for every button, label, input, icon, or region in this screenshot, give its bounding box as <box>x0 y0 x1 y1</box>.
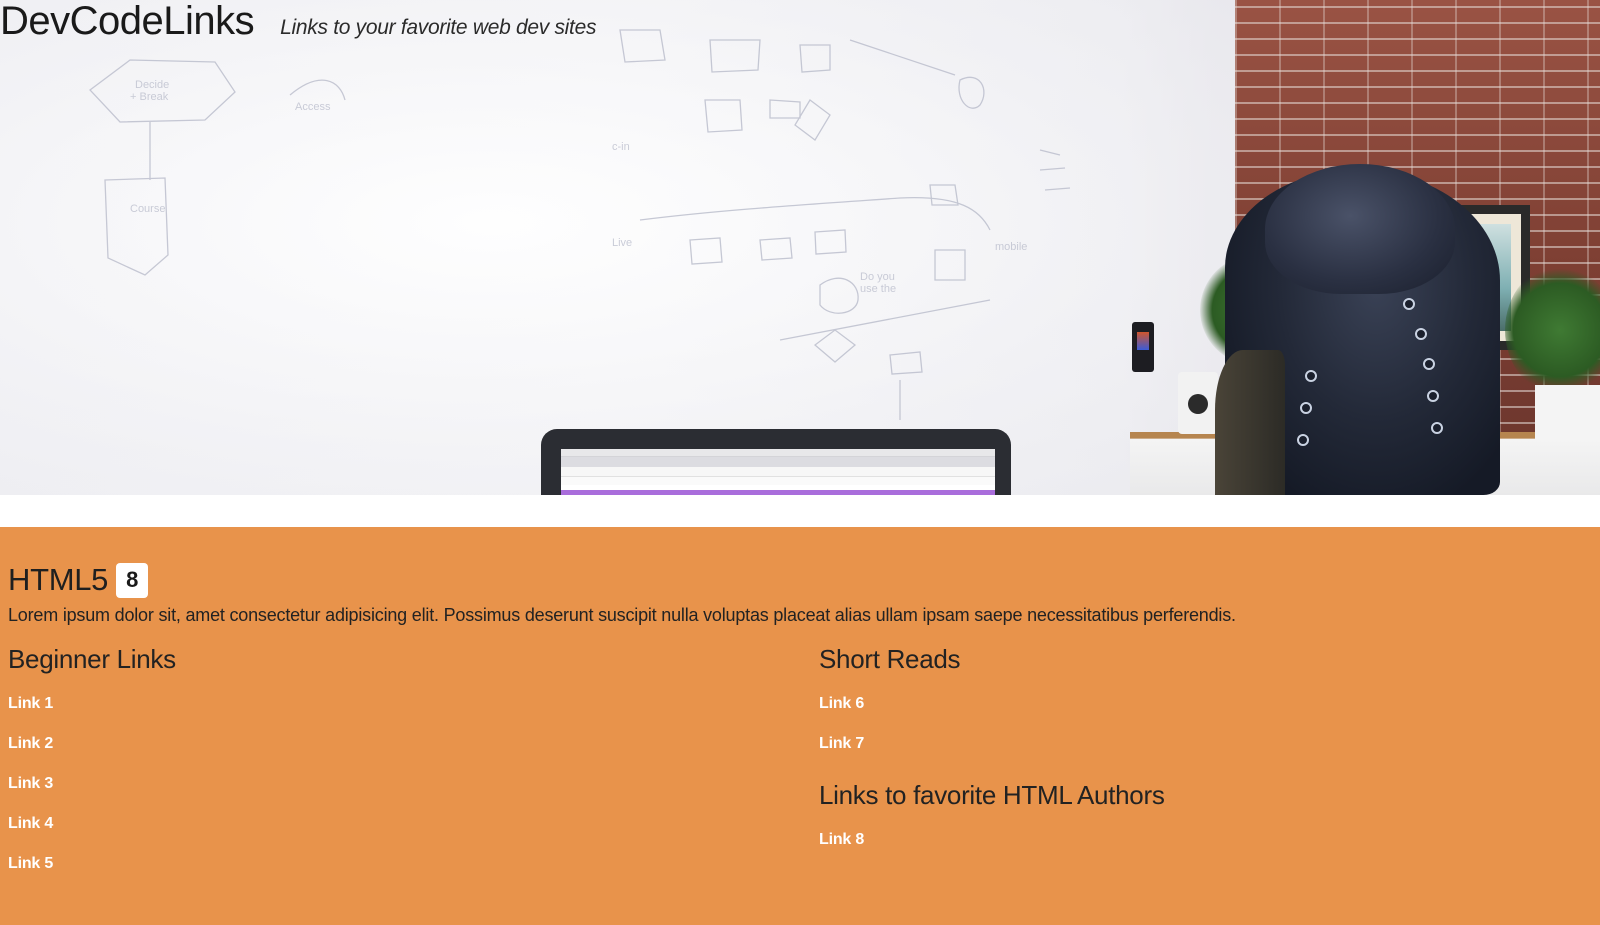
site-brand: DevCodeLinks Links to your favorite web … <box>0 0 596 45</box>
svg-text:Access: Access <box>295 101 331 113</box>
svg-text:+ Break: + Break <box>130 91 169 103</box>
link-6[interactable]: Link 6 <box>819 694 864 714</box>
svg-text:Do you: Do you <box>860 271 895 283</box>
section-intro: Lorem ipsum dolor sit, amet consectetur … <box>8 605 1236 625</box>
site-tagline: Links to your favorite web dev sites <box>280 16 597 39</box>
link-list: Link 1 Link 2 Link 3 Link 4 Link 5 <box>8 694 819 894</box>
whiteboard-sketch: Decide + Break Course Access c-in Live D… <box>89 29 1071 420</box>
sneaker <box>1215 164 1500 495</box>
column-beginner: Beginner Links Link 1 Link 2 Link 3 Link… <box>8 640 819 894</box>
link-3[interactable]: Link 3 <box>8 774 53 794</box>
link-2[interactable]: Link 2 <box>8 734 53 754</box>
list-item: Link 5 <box>8 854 819 894</box>
link-list: Link 8 <box>819 830 1579 870</box>
category-title: Short Reads <box>819 644 961 674</box>
html5-section: HTML5 8 Lorem ipsum dolor sit, amet cons… <box>0 527 1600 925</box>
list-item: Link 1 <box>8 694 819 734</box>
laptop <box>541 429 1011 495</box>
list-item: Link 4 <box>8 814 819 854</box>
list-item: Link 8 <box>819 830 1579 870</box>
category-title: Links to favorite HTML Authors <box>819 780 1165 810</box>
svg-text:Decide: Decide <box>135 79 169 91</box>
svg-text:mobile: mobile <box>995 241 1027 253</box>
section-heading: HTML5 8 <box>8 559 1592 601</box>
plant-pot <box>1535 385 1600 440</box>
link-1[interactable]: Link 1 <box>8 694 53 714</box>
section-spacer <box>0 495 1600 527</box>
link-list: Link 6 Link 7 <box>819 694 1579 774</box>
laptop-screen <box>561 449 995 495</box>
svg-text:Live: Live <box>612 237 632 249</box>
svg-text:use the: use the <box>860 283 896 295</box>
column-right: Short Reads Link 6 Link 7 Links to favor… <box>819 640 1579 894</box>
list-item: Link 2 <box>8 734 819 774</box>
link-4[interactable]: Link 4 <box>8 814 53 834</box>
list-item: Link 6 <box>819 694 1579 734</box>
svg-text:Course: Course <box>130 203 165 215</box>
svg-text:c-in: c-in <box>612 141 630 153</box>
site-title[interactable]: DevCodeLinks <box>0 0 255 42</box>
link-5[interactable]: Link 5 <box>8 854 53 874</box>
category-title: Beginner Links <box>8 644 176 674</box>
link-8[interactable]: Link 8 <box>819 830 864 850</box>
section-title: HTML5 <box>8 562 109 597</box>
phone-on-wall <box>1132 322 1154 372</box>
link-7[interactable]: Link 7 <box>819 734 864 754</box>
hero-banner: Decide + Break Course Access c-in Live D… <box>0 0 1600 495</box>
list-item: Link 3 <box>8 774 819 814</box>
speaker <box>1178 372 1218 434</box>
link-columns: Beginner Links Link 1 Link 2 Link 3 Link… <box>8 640 1592 894</box>
link-count-badge: 8 <box>116 562 149 598</box>
list-item: Link 7 <box>819 734 1579 774</box>
